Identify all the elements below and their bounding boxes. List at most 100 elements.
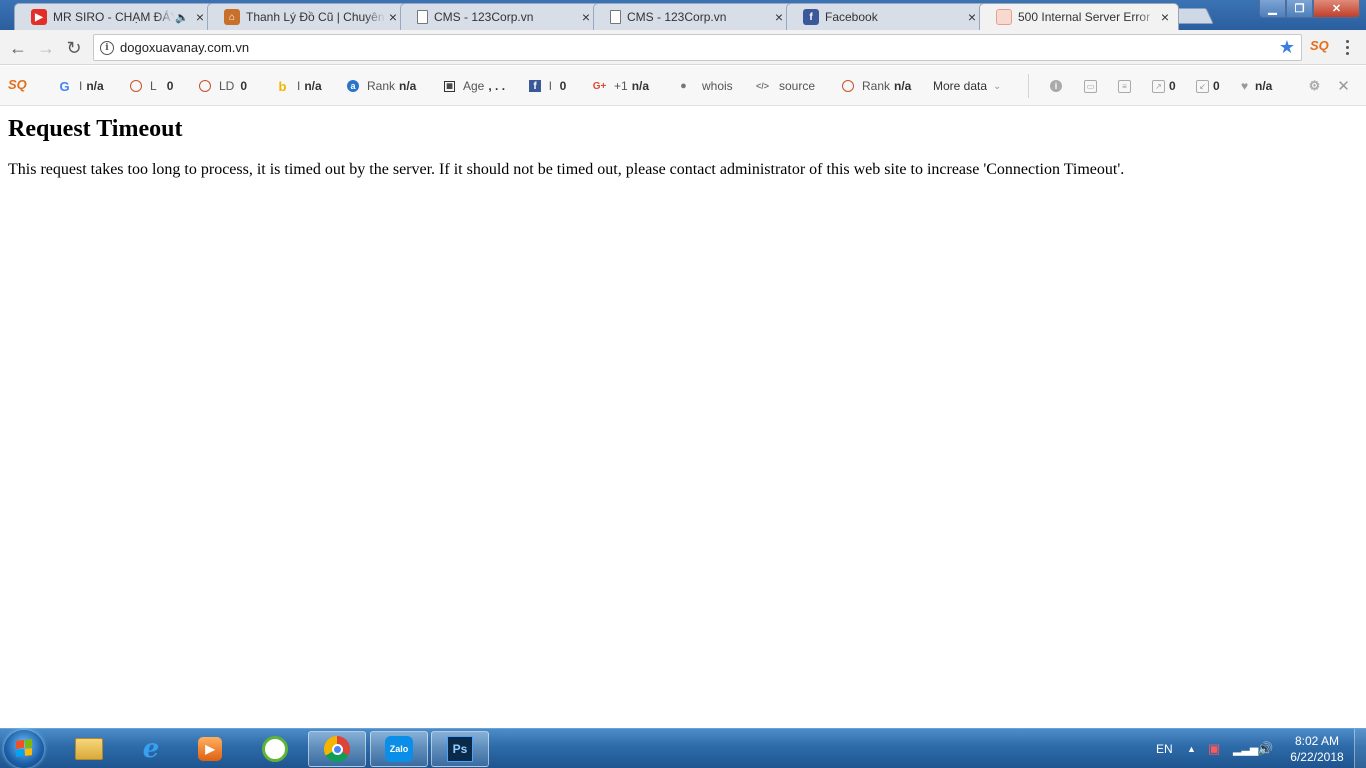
tab-title: Facebook	[825, 10, 878, 24]
tab-cms-1[interactable]: CMS - 123Corp.vn ×	[400, 3, 600, 30]
google-icon: G	[59, 78, 70, 94]
close-tab-icon[interactable]: ×	[579, 10, 593, 24]
tab-cms-2[interactable]: CMS - 123Corp.vn ×	[593, 3, 793, 30]
windows-logo-icon	[16, 739, 32, 757]
seo-heart[interactable]: ♥ n/a	[1238, 66, 1272, 106]
signal-icon[interactable]: ▂▃▅	[1233, 729, 1258, 768]
internal-link-icon: ↙	[1196, 79, 1209, 93]
seo-semrush-rank[interactable]: Rank n/a	[842, 66, 911, 106]
seo-settings[interactable]: ⚙	[1308, 66, 1329, 106]
code-icon: </>	[756, 81, 770, 91]
close-tab-icon[interactable]: ×	[965, 10, 979, 24]
seoquake-extension-icon[interactable]: SQ	[1310, 38, 1329, 53]
close-tab-icon[interactable]: ×	[1158, 10, 1172, 24]
internet-explorer-icon: e	[142, 734, 160, 764]
seo-external-links[interactable]: ↗ 0	[1152, 66, 1176, 106]
close-window-button[interactable]: ✕	[1313, 0, 1360, 18]
tray-expand-icon[interactable]: ▲	[1187, 729, 1196, 768]
error-message: This request takes too long to process, …	[8, 161, 1125, 178]
person-icon: ●	[680, 80, 687, 92]
window-controls: ▁ ❐ ✕	[1259, 0, 1360, 18]
taskbar-photoshop[interactable]: Ps	[431, 731, 489, 767]
seo-links[interactable]: L 0	[130, 66, 173, 106]
seo-whois[interactable]: ● whois	[677, 66, 737, 106]
seo-linking-domains[interactable]: LD 0	[199, 66, 247, 106]
windows-taskbar: e ▶ Zalo Ps EN ▲ ▣ ▂▃▅ 🔊 8:02 AM 6/22/20…	[0, 728, 1366, 768]
seo-label: Rank	[862, 79, 891, 93]
taskbar-ie[interactable]: e	[122, 731, 180, 767]
seo-label: l	[549, 79, 552, 93]
speaker-icon[interactable]: 🔈	[175, 11, 189, 24]
back-arrow-icon[interactable]: ←	[6, 36, 30, 60]
seo-info[interactable]: i	[1050, 66, 1070, 106]
bookmark-star-icon[interactable]: ★	[1279, 37, 1295, 58]
seo-value: , . .	[488, 79, 506, 93]
info-icon[interactable]: i	[100, 40, 114, 55]
heart-icon: ♥	[1240, 79, 1249, 93]
chevron-down-icon: ⌄	[993, 80, 1002, 92]
browser-toolbar: ← → ↻ i dogoxuavanay.com.vn ★ SQ	[0, 30, 1366, 65]
taskbar-zalo[interactable]: Zalo	[370, 731, 428, 767]
seo-density[interactable]: ≡	[1118, 66, 1135, 106]
taskbar-explorer[interactable]	[60, 731, 118, 767]
seo-google-index[interactable]: G I n/a	[58, 66, 103, 106]
seo-value: n/a	[631, 79, 650, 93]
taskbar-coccoc[interactable]	[246, 731, 304, 767]
show-desktop-button[interactable]	[1354, 729, 1366, 768]
alexa-icon: a	[347, 80, 359, 92]
close-tab-icon[interactable]: ×	[386, 10, 400, 24]
seo-value: 0	[1169, 79, 1176, 93]
system-clock[interactable]: 8:02 AM 6/22/2018	[1282, 733, 1352, 765]
tab-youtube[interactable]: ▶ MR SIRO - CHẠM ĐÁY NỖI ĐAU 🔈 ×	[14, 3, 214, 30]
seo-value: n/a	[1255, 79, 1273, 93]
menu-dots-icon[interactable]	[1340, 36, 1354, 58]
divider	[1028, 74, 1029, 98]
semrush-circle-icon	[199, 80, 211, 92]
shop-icon: ⌂	[224, 9, 240, 25]
seo-value: n/a	[894, 79, 912, 93]
tab-facebook[interactable]: f Facebook ×	[786, 3, 986, 30]
minimize-button[interactable]: ▁	[1259, 0, 1286, 18]
maximize-button[interactable]: ❐	[1286, 0, 1313, 18]
tab-500-error[interactable]: 500 Internal Server Error ×	[979, 3, 1179, 30]
start-button[interactable]	[4, 730, 44, 768]
taskbar-media-player[interactable]: ▶	[181, 731, 239, 767]
url-text[interactable]: dogoxuavanay.com.vn	[120, 40, 249, 55]
volume-icon[interactable]: 🔊	[1257, 729, 1273, 768]
google-plus-icon: G+	[592, 80, 607, 92]
close-tab-icon[interactable]: ×	[772, 10, 786, 24]
forward-arrow-icon[interactable]: →	[34, 36, 58, 60]
tab-title: MR SIRO - CHẠM ĐÁY NỖI ĐAU	[53, 10, 175, 24]
seo-screen[interactable]: ▭	[1084, 66, 1101, 106]
seo-google-plus[interactable]: G+ +1 n/a	[593, 66, 649, 106]
seo-more-data[interactable]: More data ⌄	[933, 66, 1001, 106]
close-tab-icon[interactable]: ×	[193, 10, 207, 24]
facebook-icon: f	[803, 9, 819, 25]
seo-label: +1	[614, 79, 628, 93]
seo-source[interactable]: </> source	[756, 66, 819, 106]
seo-value: 0	[559, 79, 567, 93]
seoquake-logo-icon[interactable]: SQ	[8, 77, 27, 92]
network-alert-icon[interactable]: ▣	[1208, 729, 1220, 768]
clock-time: 8:02 AM	[1294, 734, 1340, 748]
seo-value: 0	[240, 79, 248, 93]
address-bar[interactable]: i dogoxuavanay.com.vn ★	[93, 34, 1302, 61]
taskbar-chrome[interactable]	[308, 731, 366, 767]
tab-thanh-ly[interactable]: ⌂ Thanh Lý Đồ Cũ | Chuyên thu mua ×	[207, 3, 407, 30]
seo-internal-links[interactable]: ↙ 0	[1196, 66, 1220, 106]
seo-value: n/a	[304, 79, 322, 93]
calendar-icon: ▦	[444, 80, 455, 92]
seo-alexa-rank[interactable]: a Rank n/a	[347, 66, 416, 106]
reload-icon[interactable]: ↻	[62, 36, 86, 60]
monitor-icon: ▭	[1084, 79, 1097, 93]
seo-label: whois	[702, 79, 733, 93]
seo-label: source	[779, 79, 816, 93]
language-indicator[interactable]: EN	[1156, 729, 1173, 768]
seo-bing-index[interactable]: b I n/a	[276, 66, 322, 106]
tab-title: CMS - 123Corp.vn	[434, 10, 534, 24]
seo-label: I	[297, 79, 301, 93]
seo-age[interactable]: ▦ Age , . .	[444, 66, 505, 106]
more-data-label: More data	[933, 79, 988, 93]
seo-facebook-likes[interactable]: f l 0	[529, 66, 566, 106]
seo-close[interactable]: ✕	[1337, 66, 1358, 106]
